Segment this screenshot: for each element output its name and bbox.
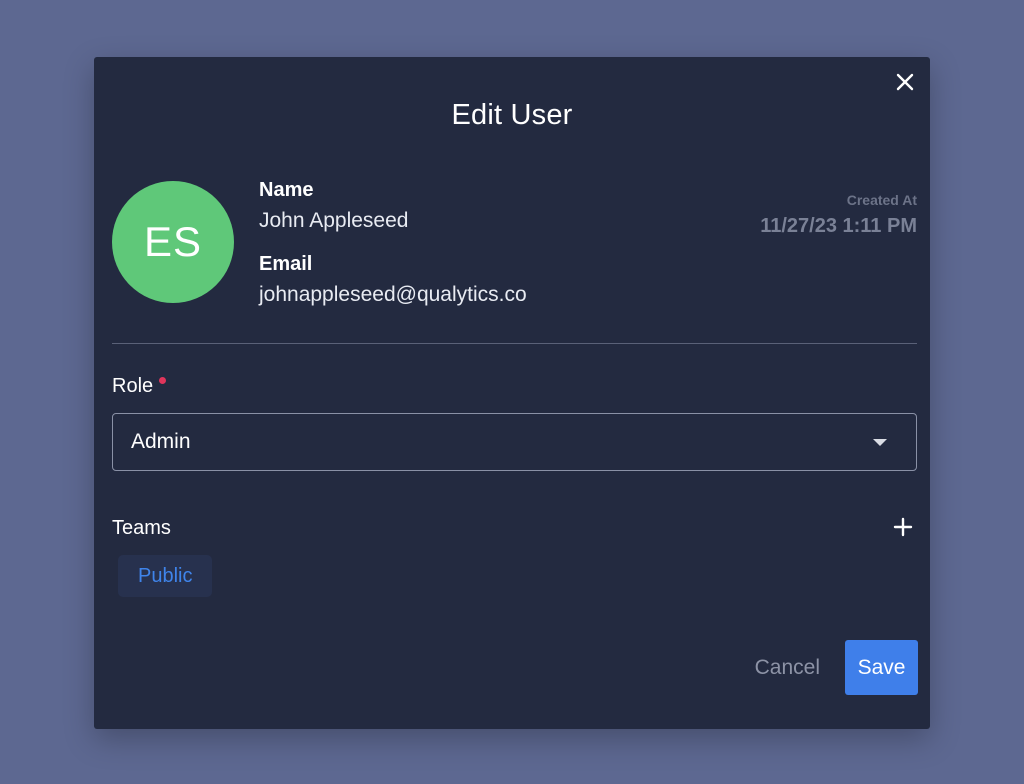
name-label: Name <box>259 179 314 201</box>
required-indicator <box>159 377 167 384</box>
close-button[interactable] <box>894 71 916 93</box>
add-team-button[interactable] <box>892 516 914 538</box>
teams-label: Teams <box>112 517 171 539</box>
email-value: johnappleseed@qualytics.co <box>259 283 527 306</box>
cancel-button[interactable]: Cancel <box>755 640 820 695</box>
plus-icon <box>893 517 913 537</box>
created-at-label: Created At <box>846 192 917 208</box>
role-select-value: Admin <box>131 430 191 453</box>
dialog-title: Edit User <box>451 99 573 131</box>
role-select[interactable]: Admin <box>112 413 917 471</box>
role-label-text: Role <box>112 375 154 397</box>
chevron-down-icon <box>873 438 887 446</box>
email-label: Email <box>259 253 313 275</box>
team-chip-public[interactable]: Public <box>118 555 213 597</box>
name-value: John Appleseed <box>259 209 409 232</box>
save-button[interactable]: Save <box>845 640 918 695</box>
avatar: ES <box>112 181 234 303</box>
avatar-initials: ES <box>143 218 203 265</box>
edit-user-dialog: Edit User ES Name John Appleseed Email j… <box>94 57 930 729</box>
role-label: Role <box>112 375 167 398</box>
divider <box>112 343 917 344</box>
created-at-value: 11/27/23 1:11 PM <box>760 215 917 237</box>
close-icon <box>896 73 914 91</box>
